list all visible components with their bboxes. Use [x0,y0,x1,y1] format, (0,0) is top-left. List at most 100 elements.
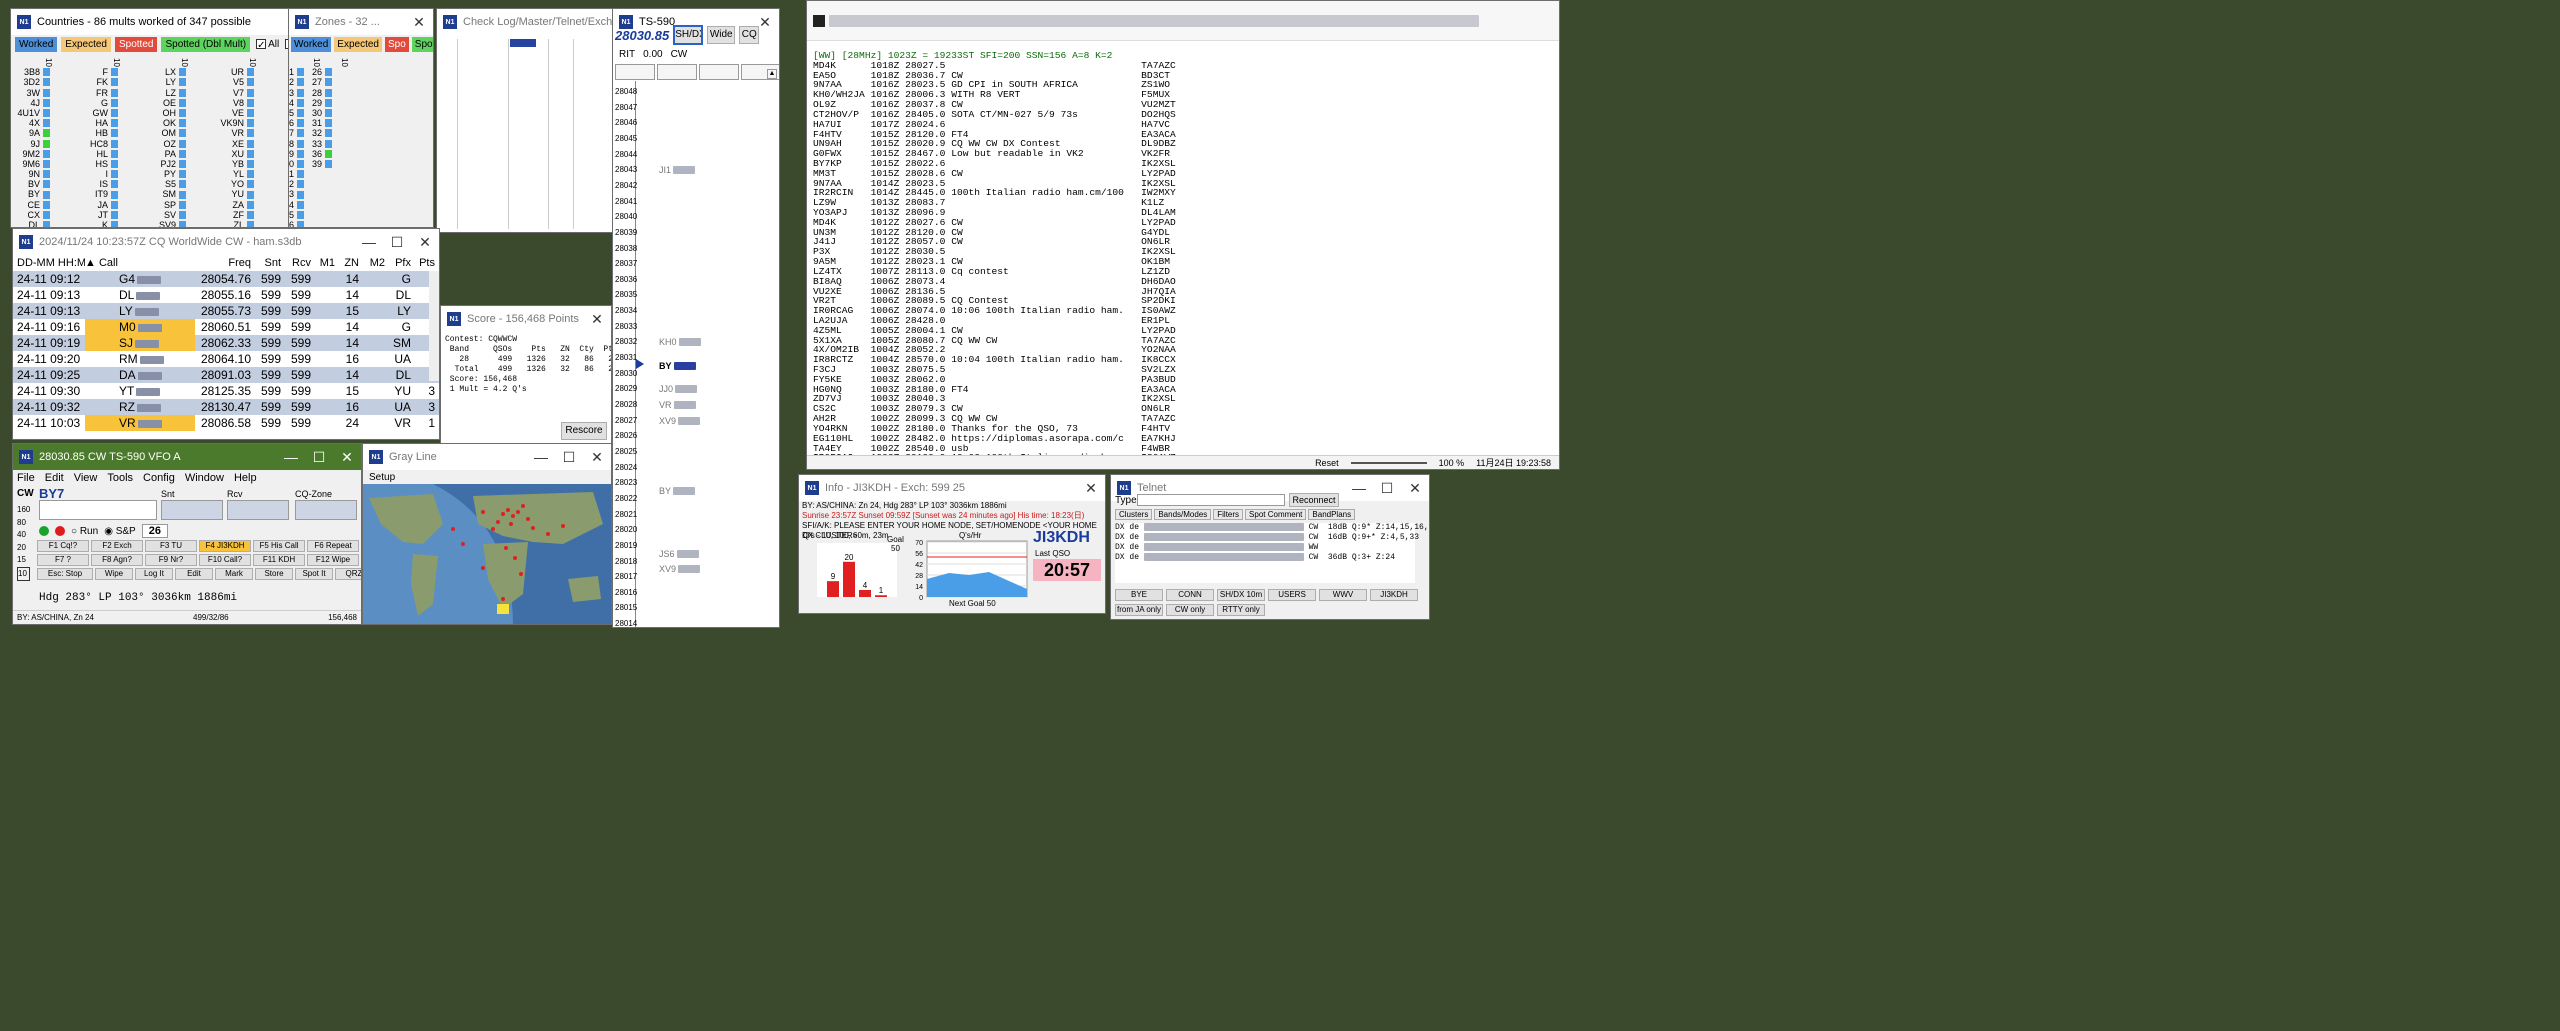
zone-item[interactable]: 11 [289,169,321,179]
menu-icon[interactable] [813,14,825,27]
country-item[interactable]: YU [215,189,257,199]
country-item[interactable]: G [79,98,121,108]
action-button[interactable]: Log It [135,568,173,580]
maximize-icon[interactable]: ☐ [383,234,411,251]
fkey-button[interactable]: F4 JI3KDH [199,540,251,552]
cqzone-input[interactable] [295,500,357,520]
bandmap-spot[interactable]: JJ0 [659,384,698,394]
country-item[interactable]: JT [79,210,121,220]
country-item[interactable]: YL [215,169,257,179]
snt-input[interactable] [161,500,223,520]
country-item[interactable]: VK9N [215,118,257,128]
tab-expected[interactable]: Expected [334,37,382,52]
zone-item[interactable]: 36 [307,149,349,159]
country-item[interactable]: BV [11,179,53,189]
country-item[interactable]: ZL [215,220,257,227]
zone-item[interactable]: 15 [289,210,321,220]
close-icon[interactable]: ✕ [333,449,361,466]
bandmap-spot[interactable]: JI1 [659,165,696,175]
fkey-button[interactable]: F6 Repeat [307,540,359,552]
bandmap-spot[interactable]: VR [659,400,696,410]
minimize-icon[interactable]: — [1345,480,1373,497]
entry-titlebar[interactable]: N1 28030.85 CW TS-590 VFO A — ☐ ✕ [13,444,361,470]
zone-item[interactable]: 26 [307,67,349,77]
telnet-button[interactable]: USERS [1268,589,1316,601]
log-row[interactable]: 24-11 10:03 VR 28086.58 599 599 24 VR 1 [13,415,439,431]
fkey-button[interactable]: F7 ? [37,554,89,566]
band-option[interactable]: 40 [17,529,30,542]
country-item[interactable]: FR [79,88,121,98]
telnet-button[interactable]: RTTY only [1217,604,1265,616]
minimize-icon[interactable]: — [527,449,555,466]
score-titlebar[interactable]: N1 Score - 156,468 Points ✕ [441,306,611,332]
country-item[interactable]: 3W [11,88,53,98]
close-icon[interactable]: ✕ [1077,480,1105,497]
telnet-button[interactable]: CW only [1166,604,1214,616]
fkey-button[interactable]: F5 His Call [253,540,305,552]
log-scrollbar[interactable] [429,271,439,381]
country-item[interactable]: PA [147,149,189,159]
tab-spotted-dbl[interactable]: Spotted (Dbl M [411,37,433,52]
minimize-icon[interactable]: — [277,449,305,466]
bandmap-spot[interactable]: XV9 [659,564,701,574]
country-item[interactable]: XE [215,139,257,149]
telnet-button[interactable]: BYE [1115,589,1163,601]
country-item[interactable]: OH [147,108,189,118]
menu-window[interactable]: Window [185,472,224,484]
tab-worked[interactable]: Worked [15,37,58,52]
shdx-button[interactable]: SH/DX [673,25,704,45]
country-item[interactable]: SV9 [147,220,189,227]
fkey-button[interactable]: F2 Exch [91,540,143,552]
bandmap-spot[interactable]: JS6 [659,549,699,559]
bandmap-scale[interactable]: 28048 28047 28046 28045 28044 28043 28042 28041… [613,81,768,627]
scroll-up-icon[interactable]: ▲ [767,69,777,79]
country-item[interactable]: SP [147,200,189,210]
menu-edit[interactable]: Edit [45,472,64,484]
menu-file[interactable]: File [17,472,35,484]
log-titlebar[interactable]: N1 2024/11/24 10:23:57Z CQ WorldWide CW -… [13,229,439,255]
country-item[interactable]: LX [147,67,189,77]
close-icon[interactable]: ✕ [583,311,611,328]
country-item[interactable]: I [79,169,121,179]
col-pts[interactable]: Pts [411,255,435,271]
telnet-button[interactable]: CONN [1166,589,1214,601]
country-item[interactable]: HS [79,159,121,169]
tab-expected[interactable]: Expected [61,37,111,52]
bandmap-spot[interactable]: BY [659,486,696,496]
country-item[interactable]: F [79,67,121,77]
country-item[interactable]: GW [79,108,121,118]
country-item[interactable]: V8 [215,98,257,108]
log-row[interactable]: 24-11 09:16M028060.5159959914G3 [13,319,439,335]
sp-radio[interactable]: ◉ S&P [104,526,136,537]
country-item[interactable]: PJ2 [147,159,189,169]
telnet-line[interactable]: DX de WW [1115,543,1415,553]
log-row[interactable]: 24-11 09:12G428054.7659959914G3 [13,271,439,287]
country-item[interactable]: 9M2 [11,149,53,159]
fkey-button[interactable]: F8 Agn? [91,554,143,566]
command-input[interactable] [1137,494,1285,506]
country-item[interactable]: LZ [147,88,189,98]
zones-titlebar[interactable]: N1 Zones - 32 ... ✕ [289,9,433,35]
setup-menu[interactable]: Setup [363,470,611,485]
country-item[interactable]: 9M6 [11,159,53,169]
country-item[interactable]: PY [147,169,189,179]
fkey-button[interactable]: F12 Wipe [307,554,359,566]
call-input[interactable] [39,500,157,520]
country-item[interactable]: V7 [215,88,257,98]
zone-item[interactable]: 32 [307,128,349,138]
country-item[interactable]: 9J [11,139,53,149]
maximize-icon[interactable]: ☐ [1373,480,1401,497]
fkey-button[interactable]: F10 Call? [199,554,251,566]
zone-item[interactable]: 30 [307,108,349,118]
telnet-button[interactable]: JI3KDH [1370,589,1418,601]
action-button[interactable]: Mark [215,568,253,580]
country-item[interactable]: K [79,220,121,227]
menu-help[interactable]: Help [234,472,257,484]
col-zn[interactable]: ZN [335,255,359,271]
grayline-titlebar[interactable]: N1 Gray Line — ☐ ✕ [363,444,611,470]
action-button[interactable]: Wipe [95,568,133,580]
tab-spotted-dbl[interactable]: Spotted (Dbl Mult) [161,37,251,52]
log-row[interactable]: 24-11 09:19SJ28062.3359959914SM3 [13,335,439,351]
bandmap-box[interactable] [615,64,655,80]
telnet-tab[interactable]: Bands/Modes [1154,509,1212,520]
